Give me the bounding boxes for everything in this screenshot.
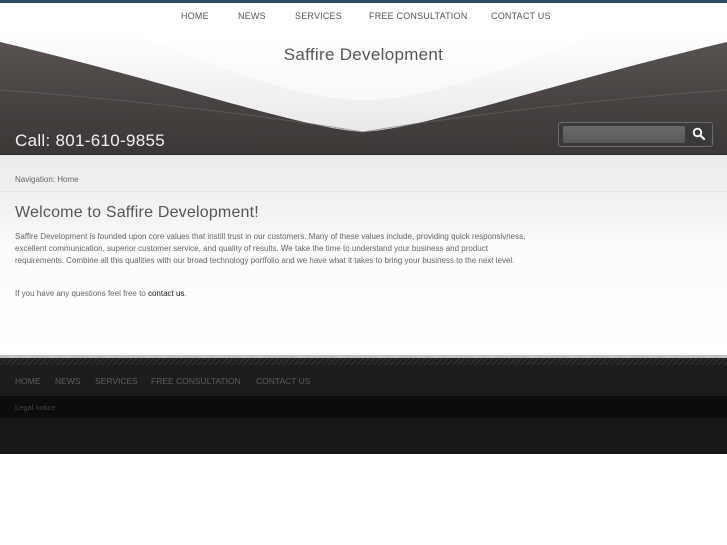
footer-navigation: HOME NEWS SERVICES FREE CONSULTATION CON… [0,365,727,396]
search-box [558,122,713,147]
contact-suffix: . [184,289,187,298]
footer-link-news[interactable]: NEWS [55,376,81,386]
top-navigation: HOME NEWS SERVICES FREE CONSULTATION CON… [0,3,727,31]
nav-link-services[interactable]: SERVICES [295,11,342,21]
nav-link-news[interactable]: NEWS [238,11,266,21]
nav-link-home[interactable]: HOME [181,11,209,21]
nav-link-contact-us[interactable]: CONTACT US [491,11,551,21]
nav-link-free-consultation[interactable]: FREE CONSULTATION [369,11,467,21]
search-button[interactable] [690,125,708,143]
intro-paragraph: Saffire Development is founded upon core… [15,232,526,266]
phone-number: Call: 801-610-9855 [15,131,165,150]
breadcrumb: Navigation: Home [15,175,79,184]
site-title: Saffire Development [283,45,444,64]
search-icon [692,127,706,141]
legal-notice-link[interactable]: Legal notice [15,403,55,412]
footer-link-contact-us[interactable]: CONTACT US [256,376,310,386]
search-input[interactable] [563,126,685,143]
footer-bottom [0,418,727,454]
footer-link-services[interactable]: SERVICES [95,376,138,386]
footer-link-home[interactable]: HOME [15,376,41,386]
contact-text: If you have any questions feel free to [15,289,148,298]
footer-link-free-consultation[interactable]: FREE CONSULTATION [151,376,241,386]
divider [0,191,727,192]
page-title: Welcome to Saffire Development! [15,204,259,221]
site-header: Saffire Development Call: 801-610-9855 [0,30,727,155]
contact-paragraph: If you have any questions feel free to c… [15,288,535,300]
contact-us-link[interactable]: contact us [148,289,184,298]
footer-pattern-strip [0,355,727,365]
footer-legal-bar: Legal notice [0,396,727,418]
